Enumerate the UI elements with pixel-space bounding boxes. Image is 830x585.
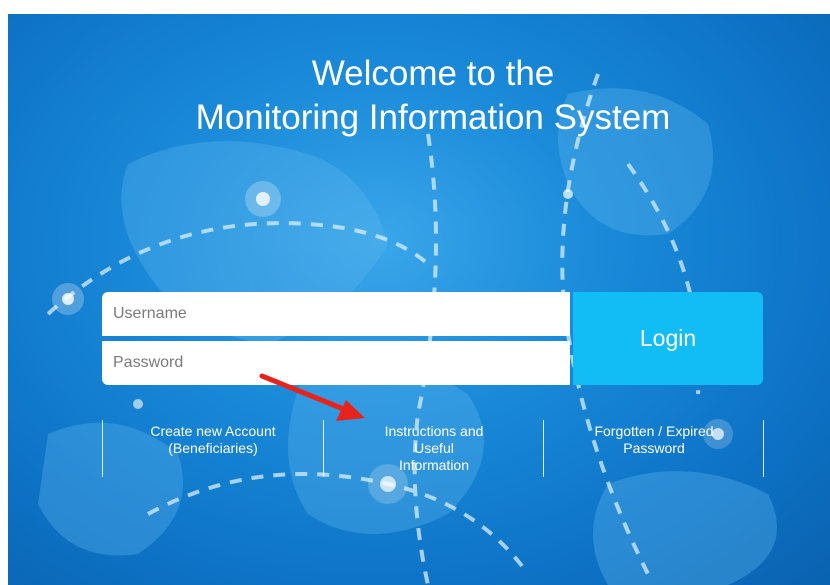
forgotten-password-line-2: Password: [623, 440, 685, 456]
create-account-line-1: Create new Account: [150, 423, 276, 439]
forgotten-password-link[interactable]: Forgotten / Expired Password: [559, 423, 749, 457]
username-input[interactable]: [102, 292, 570, 336]
page-title-line-1: Welcome to the: [311, 54, 555, 93]
link-divider: [323, 420, 324, 477]
instructions-link[interactable]: Instructions and Useful Information: [339, 423, 529, 474]
forgotten-password-line-1: Forgotten / Expired: [594, 423, 714, 439]
link-divider: [763, 420, 764, 477]
create-account-link[interactable]: Create new Account (Beneficiaries): [118, 423, 308, 457]
create-account-line-2: (Beneficiaries): [168, 440, 258, 456]
background-panel: Welcome to the Monitoring Information Sy…: [8, 14, 830, 585]
link-divider: [102, 420, 103, 477]
link-divider: [543, 420, 544, 477]
page-title-line-2: Monitoring Information System: [195, 98, 671, 137]
password-input[interactable]: [102, 341, 570, 385]
instructions-line-2: Useful: [414, 440, 454, 456]
login-button[interactable]: Login: [573, 292, 763, 385]
instructions-line-1: Instructions and: [384, 423, 484, 439]
instructions-line-3: Information: [398, 457, 470, 473]
